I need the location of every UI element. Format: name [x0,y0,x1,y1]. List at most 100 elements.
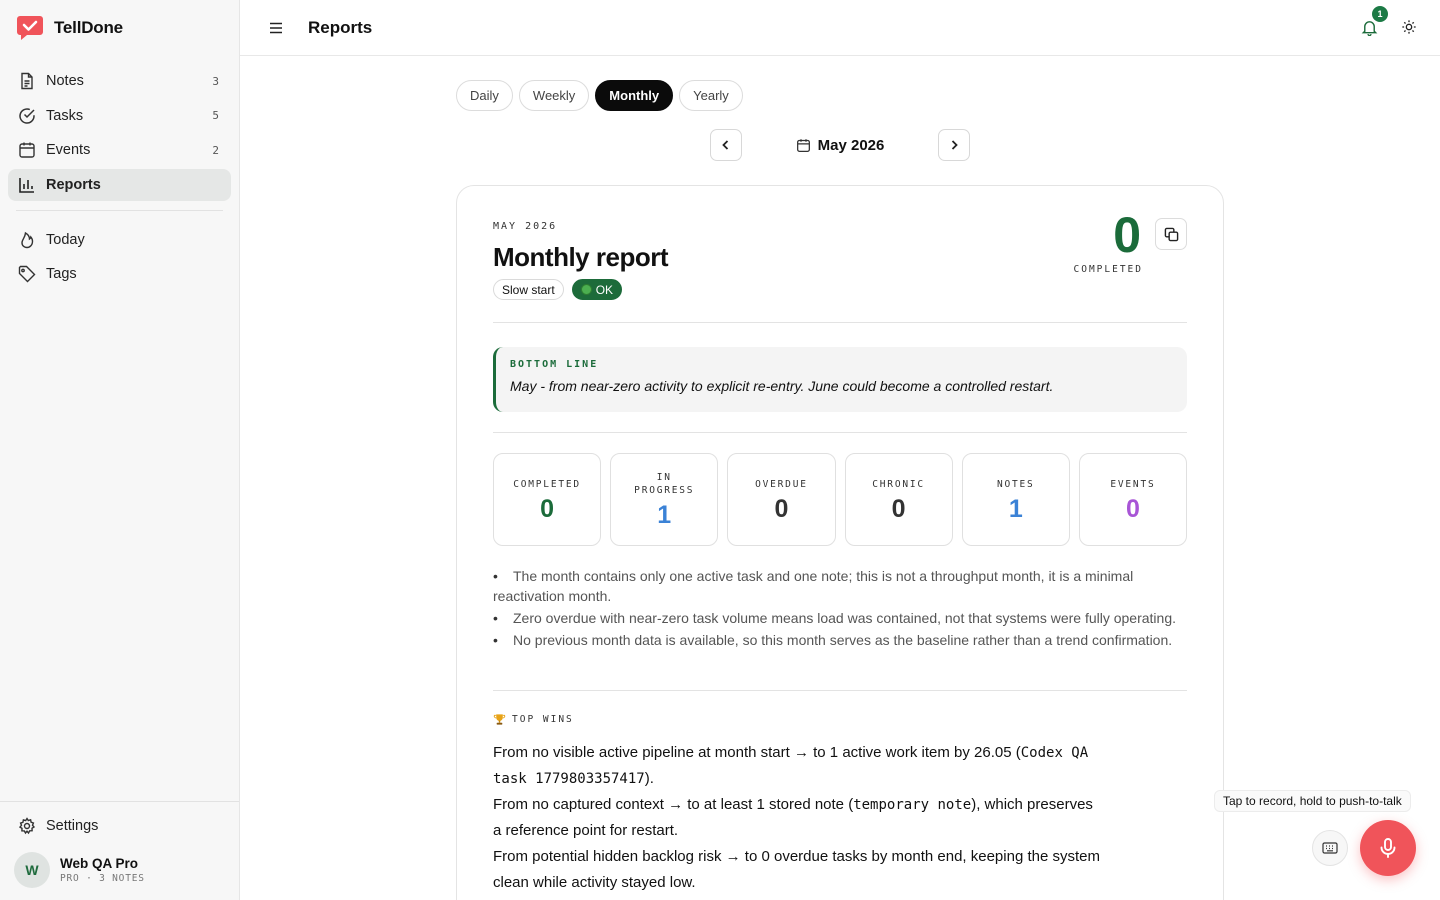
sidebar-item-tags[interactable]: Tags [8,258,231,290]
bottom-line-text: May - from near-zero activity to explici… [510,378,1054,394]
divider [493,690,1187,691]
chevron-left-icon [722,140,729,150]
sidebar-item-count: 5 [212,109,219,122]
notifications-button[interactable]: 1 [1356,6,1388,40]
keyboard-input-button[interactable] [1312,830,1348,866]
stat-notes: NOTES 1 [961,453,1070,546]
microphone-icon [1380,838,1396,858]
previous-period-button[interactable] [710,129,742,161]
win-text: ). [644,770,654,787]
stat-value: 0 [774,494,789,523]
completed-count: 0 [1113,207,1141,263]
sidebar-item-today[interactable]: Today [8,224,231,256]
page-title: Reports [308,17,373,37]
stat-completed: COMPLETED 0 [493,453,602,546]
flame-icon [18,231,36,249]
period-navigator: May 2026 [710,129,970,161]
stat-value: 1 [657,501,672,529]
bottom-line-heading: BOTTOM LINE [510,359,599,370]
stat-label: CHRONIC [872,478,925,490]
sidebar-item-count: 3 [212,74,219,88]
sidebar-item-label: Notes [46,73,84,89]
stat-events: EVENTS 0 [1078,453,1188,546]
list-item: From no visible active pipeline at month… [493,740,1103,792]
top-wins-heading-text: TOP WINS [512,714,574,725]
list-item: From no captured context → to at least 1… [493,792,1103,844]
stat-value: 0 [540,494,555,523]
tag-icon [18,265,36,283]
sidebar: TellDone Notes 3 Tasks 5 Events 2 Report… [0,0,240,900]
stat-label: IN PROGRESS [634,472,695,496]
copy-icon [1164,227,1178,241]
list-item: From potential hidden backlog risk → to … [493,844,1103,896]
list-item: Zero overdue with near-zero task volume … [493,608,1187,628]
sidebar-item-settings[interactable]: Settings [8,810,231,842]
status-badge-text: OK [595,282,614,297]
sidebar-item-label: Settings [46,817,99,834]
stat-label: EVENTS [1110,478,1156,490]
gear-icon [18,816,36,835]
sidebar-item-label: Tasks [46,107,84,124]
bar-chart-icon [18,176,36,194]
stat-value: 1 [1008,494,1023,523]
period-label-text: May 2026 [817,136,885,154]
user-profile[interactable]: W Web QA Pro PRO · 3 NOTES [8,844,231,888]
win-text: From no captured context → to at least 1… [493,796,854,813]
completed-label: COMPLETED [1073,264,1143,275]
sidebar-item-tasks[interactable]: Tasks 5 [8,100,231,132]
app-name: TellDone [54,17,123,37]
stat-label: COMPLETED [513,478,581,490]
win-text: From no visible active pipeline at month… [493,744,1021,761]
stat-overdue: OVERDUE 0 [727,453,836,546]
list-item: The month contains only one active task … [493,566,1187,606]
report-card: MAY 2026 Monthly report Slow start OK 0 … [456,185,1224,900]
insight-list: The month contains only one active task … [493,566,1187,652]
report-title: Monthly report [493,242,669,272]
sidebar-item-notes[interactable]: Notes 3 [8,65,231,97]
top-wins-list: From no visible active pipeline at month… [493,740,1103,896]
win-code: temporary note [853,797,972,813]
copy-report-button[interactable] [1155,218,1187,250]
user-name: Web QA Pro [60,856,139,871]
period-tabs: Daily Weekly Monthly Yearly [456,80,743,111]
sidebar-item-label: Today [46,231,85,248]
user-plan: PRO · 3 NOTES [60,873,145,884]
tab-monthly[interactable]: Monthly [595,80,674,111]
green-circle-icon [580,284,592,295]
theme-toggle-button[interactable] [1396,14,1422,40]
stats-grid: COMPLETED 0 IN PROGRESS 1 OVERDUE 0 CHRO… [493,453,1188,546]
win-text: From potential hidden backlog risk → to … [493,848,1100,891]
sidebar-item-count: 2 [212,143,219,157]
sidebar-item-reports[interactable]: Reports [8,168,231,201]
calendar-icon [796,138,810,152]
divider [493,432,1187,433]
stat-value: 0 [1125,494,1140,523]
sidebar-item-label: Reports [46,176,101,193]
hamburger-icon [270,22,282,33]
sidebar-item-label: Tags [46,266,77,282]
tab-daily[interactable]: Daily [456,80,513,111]
calendar-icon [18,141,36,159]
brand[interactable]: TellDone [0,0,239,55]
chevron-right-icon [951,140,958,150]
trophy-icon [493,714,506,725]
sidebar-item-events[interactable]: Events 2 [8,134,231,166]
period-label[interactable]: May 2026 [796,136,885,154]
menu-toggle-button[interactable] [262,14,290,42]
stat-chronic: CHRONIC 0 [844,453,953,546]
tab-weekly[interactable]: Weekly [518,80,590,111]
list-item: No previous month data is available, so … [493,630,1187,650]
stat-label: OVERDUE [755,478,808,490]
mood-chip: Slow start [493,279,564,300]
notification-badge: 1 [1372,6,1388,22]
keyboard-icon [1322,842,1338,854]
sidebar-nav: Notes 3 Tasks 5 Events 2 Reports Today T… [0,55,239,290]
sidebar-divider [16,209,223,211]
note-icon [18,72,36,90]
record-voice-button[interactable] [1360,820,1416,876]
report-period-eyebrow: MAY 2026 [493,221,558,232]
sun-icon [1402,20,1416,34]
tab-yearly[interactable]: Yearly [679,80,743,111]
top-bar: Reports 1 [240,0,1440,56]
next-period-button[interactable] [938,129,970,161]
